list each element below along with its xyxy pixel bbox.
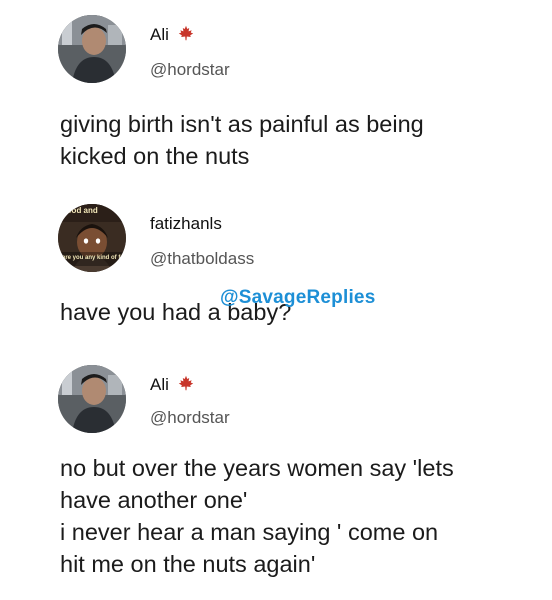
tweet-text: no but over the years women say 'lets ha… <box>60 452 530 580</box>
display-name[interactable]: Ali <box>150 375 194 396</box>
avatar[interactable] <box>58 365 126 433</box>
username-handle[interactable]: @hordstar <box>150 408 230 428</box>
avatar[interactable] <box>58 15 126 83</box>
tweet-line: giving birth isn't as painful as being <box>60 111 424 137</box>
display-name[interactable]: Ali <box>150 25 194 46</box>
tweet-line: kicked on the nuts <box>60 143 250 169</box>
tweet-line: have another one' <box>60 487 248 513</box>
profile-photo-ali <box>58 365 126 433</box>
savagereplies-watermark: @SavageReplies <box>220 287 376 308</box>
tweet-text: giving birth isn't as painful as being k… <box>60 108 530 172</box>
profile-photo-ali <box>58 15 126 83</box>
display-name-text: Ali <box>150 25 169 44</box>
tweet-line: i never hear a man saying ' come on <box>60 519 439 545</box>
username-handle[interactable]: @thatboldass <box>150 249 254 269</box>
avatar[interactable]: food and are you any kind of fo <box>58 204 126 272</box>
tweet-line: no but over the years women say 'lets <box>60 455 454 481</box>
display-name-text: Ali <box>150 375 169 394</box>
maple-leaf-icon <box>178 375 194 396</box>
tweet-line: hit me on the nuts again' <box>60 551 316 577</box>
display-name-text: fatizhanls <box>150 214 222 233</box>
avatar-meme-caption-bottom: are you any kind of fo <box>62 255 125 261</box>
display-name[interactable]: fatizhanls <box>150 214 222 234</box>
maple-leaf-icon <box>178 25 194 46</box>
username-handle[interactable]: @hordstar <box>150 60 230 80</box>
avatar-meme-caption-top: food and <box>64 206 98 215</box>
